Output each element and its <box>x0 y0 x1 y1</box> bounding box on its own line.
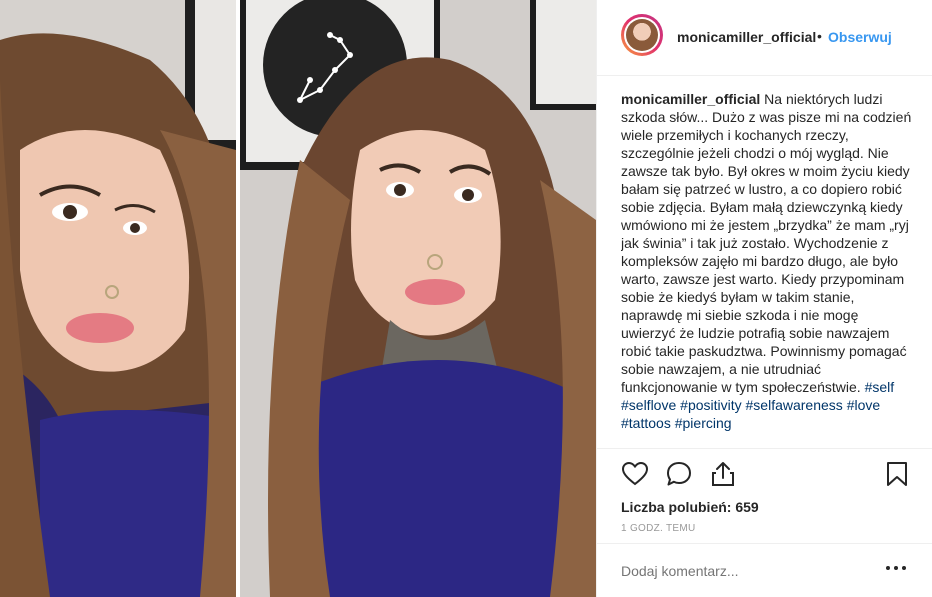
hashtag-link[interactable]: #tattoos <box>621 415 671 431</box>
photo-right-panel <box>240 0 596 597</box>
divider <box>597 543 932 544</box>
bookmark-icon[interactable] <box>883 460 911 488</box>
hashtag-link[interactable]: #love <box>847 397 880 413</box>
photo-left-panel <box>0 0 236 597</box>
avatar-image <box>626 19 658 51</box>
more-options-icon[interactable] <box>884 560 908 576</box>
comment-icon[interactable] <box>665 460 693 488</box>
hashtag-link[interactable]: #self <box>865 379 895 395</box>
follow-button[interactable]: Obserwuj <box>828 29 892 45</box>
caption-username[interactable]: monicamiller_official <box>621 91 760 107</box>
header-separator: • <box>817 28 822 44</box>
hashtag-link[interactable]: #selflove <box>621 397 676 413</box>
post-timestamp[interactable]: 1 godz. temu <box>621 523 696 534</box>
share-icon[interactable] <box>709 460 737 488</box>
post-username[interactable]: monicamiller_official <box>677 29 816 45</box>
likes-count[interactable]: Liczba polubień: 659 <box>621 499 759 515</box>
caption: monicamiller_official Na niektórych ludz… <box>621 90 915 446</box>
post-header: monicamiller_official • Obserwuj <box>597 0 932 76</box>
post-sidebar: monicamiller_official • Obserwuj monicam… <box>596 0 932 597</box>
avatar[interactable] <box>621 14 663 56</box>
hashtag-link[interactable]: #positivity <box>680 397 741 413</box>
divider <box>597 448 932 449</box>
post-actions <box>621 460 911 490</box>
heart-icon[interactable] <box>621 460 649 488</box>
comment-input[interactable] <box>621 563 861 579</box>
hashtag-link[interactable]: #selfawareness <box>746 397 843 413</box>
post-photo[interactable] <box>0 0 596 597</box>
caption-text: Na niektórych ludzi szkoda słów... Dużo … <box>621 91 912 395</box>
hashtag-link[interactable]: #piercing <box>675 415 732 431</box>
